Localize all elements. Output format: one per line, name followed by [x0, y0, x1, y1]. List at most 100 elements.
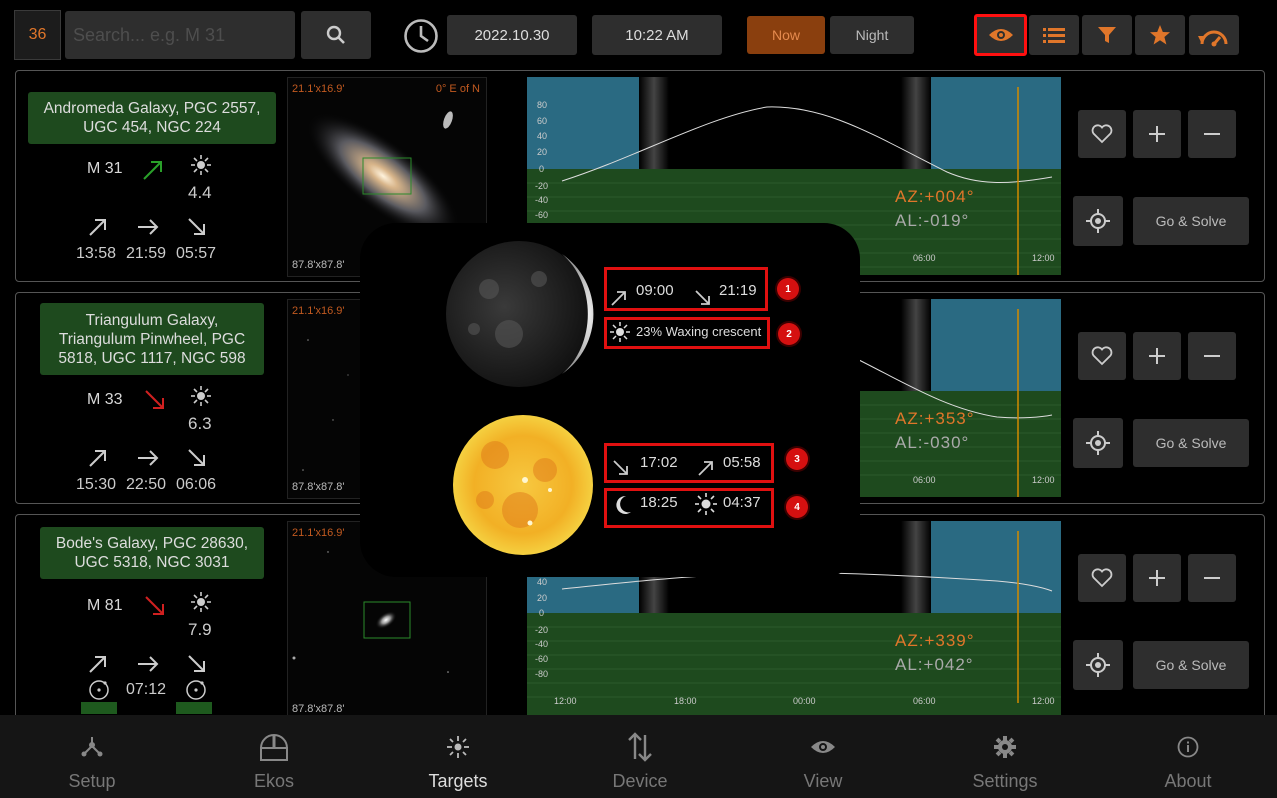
rise-arrow-icon [698, 461, 713, 476]
transit-arrow-icon [138, 656, 159, 672]
nav-label: Settings [972, 771, 1038, 791]
nav-label: Ekos [253, 771, 295, 791]
minus-icon [1204, 577, 1220, 579]
x-tick-label: 12:00 [1032, 475, 1055, 485]
nav-ekos[interactable]: Ekos [183, 715, 365, 798]
crosshair-icon [1086, 431, 1110, 455]
x-tick-label: 12:00 [1032, 696, 1055, 706]
visibility-bar [176, 702, 212, 714]
dawn-time: 04:37 [723, 494, 761, 511]
favorites-button[interactable] [1135, 15, 1185, 55]
go-and-solve-button[interactable]: Go & Solve [1133, 197, 1249, 245]
go-and-solve-button[interactable]: Go & Solve [1133, 419, 1249, 467]
nav-settings[interactable]: Settings [914, 715, 1096, 798]
transit-time: 07:12 [126, 681, 167, 698]
y-tick-label: 80 [537, 100, 547, 110]
reset-button[interactable] [1189, 15, 1239, 55]
size-label: 87.8'x87.8' [292, 703, 345, 715]
altitude-readout: AL:+042° [895, 655, 974, 674]
set-arrow-icon [188, 655, 205, 672]
y-tick-label: 60 [537, 116, 547, 126]
azimuth-readout: AZ:+339° [895, 631, 975, 650]
remove-button[interactable] [1188, 110, 1236, 158]
rise-arrow-icon [89, 219, 106, 236]
star-icon [1150, 25, 1170, 45]
set-time: 05:57 [176, 245, 217, 262]
rotation-label: 0° E of N [435, 83, 480, 95]
add-button[interactable] [1133, 110, 1181, 158]
center-target-button[interactable] [1073, 640, 1123, 690]
nav-device[interactable]: Device [549, 715, 731, 798]
favorite-button[interactable] [1078, 332, 1126, 380]
list-button[interactable] [1029, 15, 1079, 55]
nav-about[interactable]: About [1097, 715, 1277, 798]
now-button[interactable]: Now [747, 16, 825, 54]
brightness-icon [610, 322, 630, 342]
search-input[interactable] [65, 11, 295, 59]
x-tick-label: 06:00 [913, 475, 936, 485]
x-tick-label: 06:00 [913, 696, 936, 706]
target-name: Andromeda Galaxy, PGC 2557, UGC 454, NGC… [28, 92, 276, 144]
y-tick-label: 0 [539, 164, 544, 174]
favorite-button[interactable] [1078, 110, 1126, 158]
nav-view[interactable]: View [732, 715, 914, 798]
add-button[interactable] [1133, 554, 1181, 602]
remove-button[interactable] [1188, 332, 1236, 380]
moon-rise-time: 09:00 [636, 282, 674, 299]
time-field[interactable]: 10:22 AM [592, 15, 722, 55]
sunset-time: 17:02 [640, 454, 678, 471]
crosshair-icon [1086, 653, 1110, 677]
center-target-button[interactable] [1073, 418, 1123, 468]
visibility-toggle-button[interactable] [974, 14, 1027, 56]
setting-trend-icon [145, 390, 164, 409]
date-field[interactable]: 2022.10.30 [447, 15, 577, 55]
fov-label: 21.1'x16.9' [292, 83, 345, 95]
settings-icon [994, 736, 1016, 758]
y-tick-label: 40 [537, 577, 547, 587]
azimuth-readout: AZ:+353° [895, 409, 975, 428]
set-time: 06:06 [176, 476, 217, 493]
filter-button[interactable] [1082, 15, 1132, 55]
minus-icon [1204, 133, 1220, 135]
remove-button[interactable] [1188, 554, 1236, 602]
y-tick-label: -80 [535, 669, 548, 679]
rise-time: 15:30 [76, 476, 117, 493]
about-icon [1177, 736, 1199, 758]
nav-targets[interactable]: Targets [367, 715, 549, 798]
ekos-icon [259, 734, 289, 761]
y-tick-label: 20 [537, 147, 547, 157]
add-button[interactable] [1133, 332, 1181, 380]
y-tick-label: 0 [539, 608, 544, 618]
callout-badge-1: 1 [777, 278, 799, 300]
brightness-icon [191, 386, 211, 406]
sunrise-time: 05:58 [723, 454, 761, 471]
size-label: 87.8'x87.8' [292, 481, 345, 493]
favorite-button[interactable] [1078, 554, 1126, 602]
bottom-navigation: Setup Ekos Targets Device View Settings … [0, 715, 1277, 798]
target-designation: M 33 [87, 391, 123, 408]
dusk-time: 18:25 [640, 494, 678, 511]
magnitude: 4.4 [188, 183, 212, 202]
nav-setup[interactable]: Setup [1, 715, 183, 798]
y-tick-label: -60 [535, 210, 548, 220]
search-button[interactable] [301, 11, 371, 59]
center-target-button[interactable] [1073, 196, 1123, 246]
go-and-solve-button[interactable]: Go & Solve [1133, 641, 1249, 689]
y-tick-label: -60 [535, 654, 548, 664]
targets-icon [447, 736, 469, 758]
sun-moon-info-popup: 09:00 21:19 1 23% Waxing crescent 2 17:0… [360, 223, 860, 577]
sun-icon [695, 493, 717, 515]
heart-icon [1091, 346, 1113, 366]
list-icon [1043, 28, 1065, 43]
target-name: Bode's Galaxy, PGC 28630, UGC 5318, NGC … [40, 527, 264, 579]
y-tick-label: 40 [537, 131, 547, 141]
rise-arrow-icon [89, 656, 106, 673]
x-tick-label: 06:00 [913, 253, 936, 263]
setup-icon [81, 737, 103, 757]
set-arrow-icon [695, 290, 710, 305]
callout-badge-4: 4 [786, 496, 808, 518]
clock-icon [404, 19, 438, 53]
minus-icon [1204, 355, 1220, 357]
night-button[interactable]: Night [830, 16, 914, 54]
callout-badge-2: 2 [778, 323, 800, 345]
